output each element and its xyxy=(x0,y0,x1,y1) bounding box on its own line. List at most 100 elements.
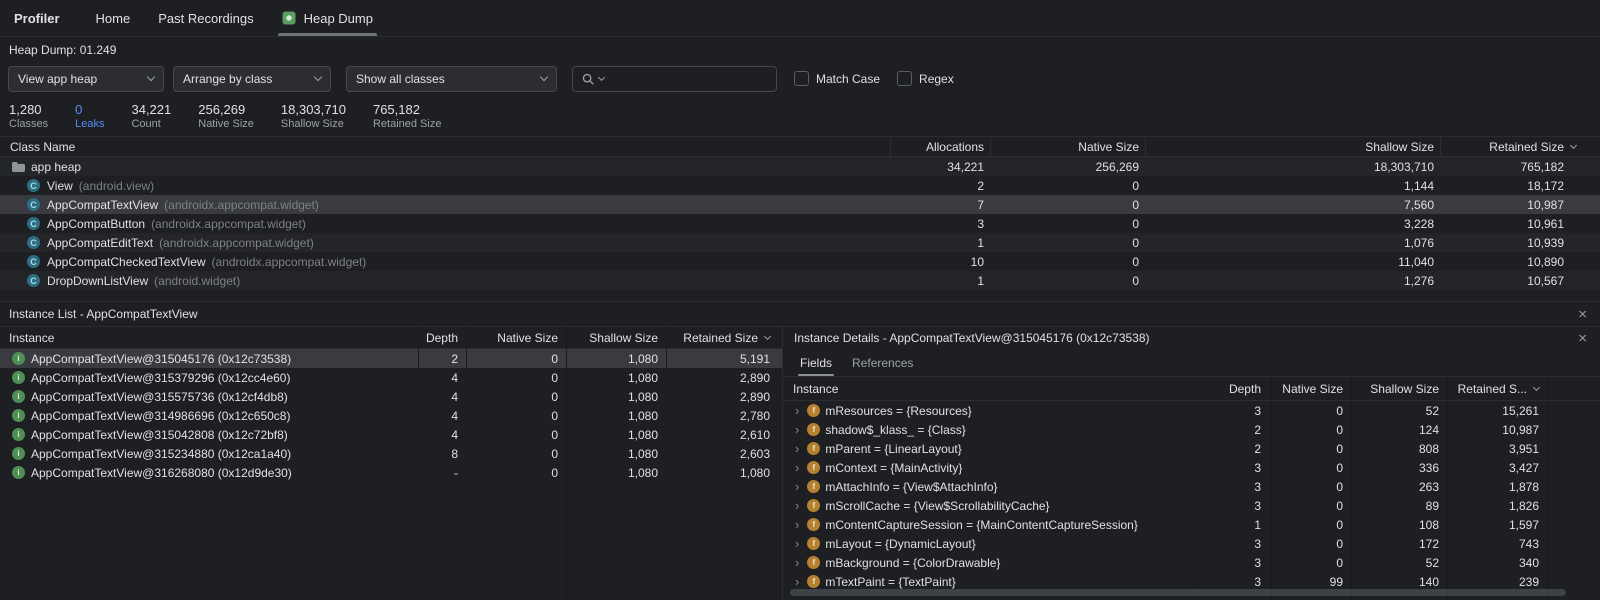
filler-cell xyxy=(667,482,782,600)
native-size-cell: 0 xyxy=(467,368,567,387)
column-header-retained-size[interactable]: Retained Size xyxy=(667,327,782,348)
class-table-row[interactable]: app heap34,221256,26918,303,710765,182 xyxy=(0,157,1600,176)
field-row[interactable]: ›fmBackground = {ColorDrawable}3052340 xyxy=(783,553,1600,572)
instance-icon: i xyxy=(12,447,25,460)
stat-value: 256,269 xyxy=(198,102,254,117)
field-row[interactable]: ›fshadow$_klass_ = {Class}2012410,987 xyxy=(783,420,1600,439)
close-icon[interactable]: × xyxy=(1578,307,1587,322)
expand-chevron-icon[interactable]: › xyxy=(795,480,799,493)
instance-icon: i xyxy=(12,371,25,384)
column-label: Native Size xyxy=(1282,382,1343,396)
class-table-row[interactable]: CAppCompatButton(androidx.appcompat.widg… xyxy=(0,214,1600,233)
retained-size-cell: 10,567 xyxy=(1440,271,1600,290)
instance-row[interactable]: iAppCompatTextView@316268080 (0x12d9de30… xyxy=(0,463,782,482)
tab-list: HomePast RecordingsHeap Dump xyxy=(82,0,387,36)
tab-heap-dump[interactable]: Heap Dump xyxy=(268,0,387,36)
class-package: (android.widget) xyxy=(154,274,240,288)
column-header-instance[interactable]: Instance xyxy=(0,327,419,348)
dropdown-show-all-classes[interactable]: Show all classes xyxy=(346,66,557,92)
column-label: Instance xyxy=(9,331,54,345)
class-table-row[interactable]: CAppCompatTextView(androidx.appcompat.wi… xyxy=(0,195,1600,214)
column-header-native-size[interactable]: Native Size xyxy=(1272,377,1352,400)
tab-fields[interactable]: Fields xyxy=(790,349,842,376)
checkbox-match-case[interactable]: Match Case xyxy=(794,71,880,86)
native-size-cell: 0 xyxy=(467,387,567,406)
stat-label: Native Size xyxy=(198,118,254,130)
class-table-row[interactable]: CAppCompatEditText(androidx.appcompat.wi… xyxy=(0,233,1600,252)
search-icon xyxy=(581,72,595,86)
dropdown-view-app-heap[interactable]: View app heap xyxy=(8,66,164,92)
stat-leaks[interactable]: 0Leaks xyxy=(75,102,104,130)
tab-past-recordings[interactable]: Past Recordings xyxy=(144,0,267,36)
tab-references[interactable]: References xyxy=(842,349,923,376)
dropdown-arrange-by-class[interactable]: Arrange by class xyxy=(173,66,331,92)
instance-row[interactable]: iAppCompatTextView@314986696 (0x12c650c8… xyxy=(0,406,782,425)
stat-label: Shallow Size xyxy=(281,118,346,130)
column-header-native-size[interactable]: Native Size xyxy=(467,327,567,348)
expand-chevron-icon[interactable]: › xyxy=(795,404,799,417)
field-row[interactable]: ›fmResources = {Resources}305215,261 xyxy=(783,401,1600,420)
expand-chevron-icon[interactable]: › xyxy=(795,575,799,588)
class-name-cell: app heap xyxy=(0,157,890,176)
column-header-instance[interactable]: Instance xyxy=(783,377,1195,400)
class-badge: C xyxy=(27,274,40,287)
field-row[interactable]: ›fmAttachInfo = {View$AttachInfo}302631,… xyxy=(783,477,1600,496)
column-header-shallow-size[interactable]: Shallow Size xyxy=(567,327,667,348)
column-header-shallow-size[interactable]: Shallow Size xyxy=(1352,377,1448,400)
column-header-retained-size[interactable]: Retained S... xyxy=(1448,377,1548,400)
depth-cell: 3 xyxy=(1195,534,1272,553)
shallow-size-cell: 52 xyxy=(1352,401,1448,420)
instance-row[interactable]: iAppCompatTextView@315042808 (0x12c72bf8… xyxy=(0,425,782,444)
column-label: Shallow Size xyxy=(1370,382,1439,396)
horizontal-scrollbar-thumb[interactable] xyxy=(790,589,1566,596)
search-box[interactable] xyxy=(572,66,777,92)
field-row[interactable]: ›fmLayout = {DynamicLayout}30172743 xyxy=(783,534,1600,553)
filler-cell xyxy=(467,482,567,600)
expand-chevron-icon[interactable]: › xyxy=(795,499,799,512)
shallow-size-cell: 18,303,710 xyxy=(1145,157,1440,176)
column-header-native-size[interactable]: Native Size xyxy=(990,137,1145,156)
class-table-row[interactable]: CDropDownListView(android.widget)101,276… xyxy=(0,271,1600,290)
instance-row[interactable]: iAppCompatTextView@315379296 (0x12cc4e60… xyxy=(0,368,782,387)
column-label: Retained Size xyxy=(1489,140,1564,154)
native-size-cell: 0 xyxy=(990,252,1145,271)
search-options-chevron-icon xyxy=(598,74,605,81)
expand-chevron-icon[interactable]: › xyxy=(795,537,799,550)
field-row[interactable]: ›fmParent = {LinearLayout}208083,951 xyxy=(783,439,1600,458)
stat-value: 765,182 xyxy=(373,102,442,117)
checkbox-regex[interactable]: Regex xyxy=(897,71,954,86)
class-table-row[interactable]: CView(android.view)201,14418,172 xyxy=(0,176,1600,195)
column-header-shallow-size[interactable]: Shallow Size xyxy=(1145,137,1440,156)
depth-cell: 3 xyxy=(1195,401,1272,420)
app-title: Profiler xyxy=(0,11,82,26)
field-icon: f xyxy=(807,575,820,588)
field-row[interactable]: ›fmContext = {MainActivity}303363,427 xyxy=(783,458,1600,477)
expand-chevron-icon[interactable]: › xyxy=(795,442,799,455)
instance-row[interactable]: iAppCompatTextView@315045176 (0x12c73538… xyxy=(0,349,782,368)
class-table-row[interactable]: CAppCompatCheckedTextView(androidx.appco… xyxy=(0,252,1600,271)
instance-row[interactable]: iAppCompatTextView@315234880 (0x12ca1a40… xyxy=(0,444,782,463)
instance-row[interactable]: iAppCompatTextView@315575736 (0x12cf4db8… xyxy=(0,387,782,406)
heap-folder-icon xyxy=(10,159,25,174)
field-row[interactable]: ›fmContentCaptureSession = {MainContentC… xyxy=(783,515,1600,534)
dropdown-value: Arrange by class xyxy=(183,72,272,86)
close-icon[interactable]: × xyxy=(1578,331,1587,346)
expand-chevron-icon[interactable]: › xyxy=(795,461,799,474)
search-input[interactable] xyxy=(608,72,768,86)
expand-chevron-icon[interactable]: › xyxy=(795,423,799,436)
field-icon: f xyxy=(807,556,820,569)
field-row[interactable]: ›fmScrollCache = {View$ScrollabilityCach… xyxy=(783,496,1600,515)
column-header-allocations[interactable]: Allocations xyxy=(890,137,990,156)
depth-cell: 2 xyxy=(1195,420,1272,439)
column-header-depth[interactable]: Depth xyxy=(1195,377,1272,400)
column-header-class-name[interactable]: Class Name xyxy=(0,137,890,156)
tab-home[interactable]: Home xyxy=(82,0,145,36)
column-header-retained-size[interactable]: Retained Size xyxy=(1440,137,1600,156)
expand-chevron-icon[interactable]: › xyxy=(795,556,799,569)
sort-desc-icon xyxy=(1533,384,1540,391)
column-header-depth[interactable]: Depth xyxy=(419,327,467,348)
native-size-cell: 0 xyxy=(467,406,567,425)
retained-size-cell: 340 xyxy=(1448,553,1548,572)
toolbar-checkboxes: Match Case Regex xyxy=(786,71,963,86)
expand-chevron-icon[interactable]: › xyxy=(795,518,799,531)
